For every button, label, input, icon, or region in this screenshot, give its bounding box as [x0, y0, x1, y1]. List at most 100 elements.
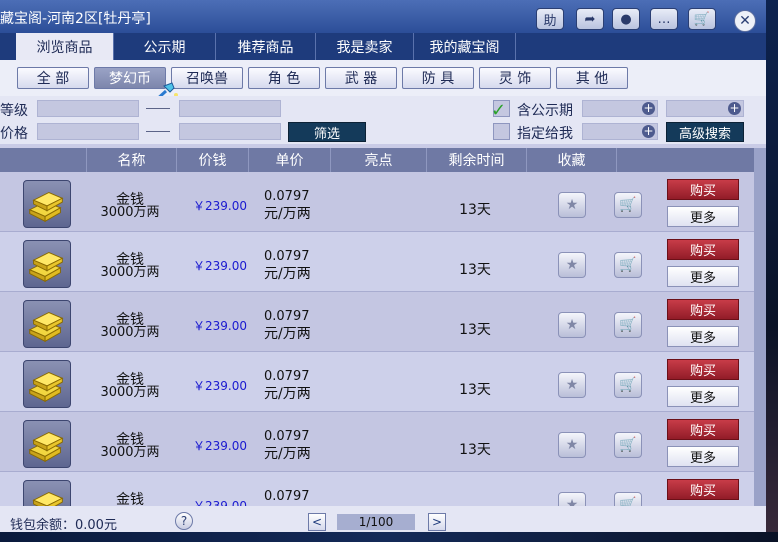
category-role[interactable]: 角 色	[248, 67, 320, 89]
add-to-cart-button[interactable]: 🛒	[614, 192, 642, 218]
table-row[interactable]: 金钱 3000万两 ￥239.00 0.0797 元/万两 13天 ★ 🛒 购买 更多	[0, 412, 766, 472]
buy-button[interactable]: 购买	[667, 359, 739, 380]
table-row[interactable]: 金钱 3000万两 ￥239.00 0.0797 元/万两 13天 ★ 🛒 购买 更多	[0, 232, 766, 292]
star-icon: ★	[565, 377, 579, 393]
gold-ingot-icon[interactable]	[23, 240, 71, 288]
category-all[interactable]: 全 部	[17, 67, 89, 89]
listing-table: 金钱 3000万两 ￥239.00 0.0797 元/万两 13天 ★ 🛒 购买 更多 金钱 3000…	[0, 172, 766, 506]
category-weapon[interactable]: 武 器	[325, 67, 397, 89]
close-button[interactable]: ✕	[734, 10, 756, 32]
gold-ingot-icon[interactable]	[23, 360, 71, 408]
item-price: ￥239.00	[193, 199, 247, 213]
table-row[interactable]: 金钱 ￥239.00 0.0797 ★ 🛒 购买	[0, 472, 766, 506]
gold-ingot-icon[interactable]	[23, 300, 71, 348]
cart-icon: 🛒	[619, 197, 637, 213]
plus-icon: +	[642, 124, 655, 138]
school-select[interactable]: +	[666, 100, 744, 117]
chat-button[interactable]: …	[650, 8, 678, 30]
category-other[interactable]: 其 他	[556, 67, 628, 89]
item-time-left: 13天	[459, 322, 491, 338]
item-unit-price: 0.0797	[264, 189, 310, 204]
cangbaoge-window: 藏宝阁-河南2区[牡丹亭] 助 ➦ ● … 🛒 ✕ 浏览商品 公示期 推荐商品 …	[0, 0, 766, 542]
share-button[interactable]: ➦	[576, 8, 604, 30]
plus-icon: +	[642, 101, 655, 115]
filter-panel: 等级 价格 筛选 含公示期 指定给我 + + + 高级搜索	[0, 96, 766, 144]
tab-browse[interactable]: 浏览商品	[16, 33, 114, 60]
cart-button[interactable]: 🛒	[688, 8, 716, 30]
favorite-button[interactable]: ★	[558, 432, 586, 458]
price-max-input[interactable]	[179, 123, 281, 140]
checkmark-icon: ✓	[491, 100, 507, 121]
price-min-input[interactable]	[37, 123, 139, 140]
add-to-cart-button[interactable]: 🛒	[614, 252, 642, 278]
table-row[interactable]: 金钱 3000万两 ￥239.00 0.0797 元/万两 13天 ★ 🛒 购买 更多	[0, 172, 766, 232]
item-price: ￥239.00	[193, 379, 247, 393]
help-icon[interactable]: ?	[175, 512, 193, 530]
prev-page-button[interactable]: <	[308, 513, 326, 531]
buy-button[interactable]: 购买	[667, 419, 739, 440]
gold-ingot-icon[interactable]	[23, 180, 71, 228]
favorite-button[interactable]: ★	[558, 372, 586, 398]
star-icon: ★	[565, 197, 579, 213]
star-icon: ★	[565, 257, 579, 273]
stop-button[interactable]: ●	[612, 8, 640, 30]
buy-button[interactable]: 购买	[667, 479, 739, 500]
item-amount: 3000万两	[100, 385, 160, 400]
tab-seller[interactable]: 我是卖家	[316, 33, 414, 60]
server-select[interactable]: +	[582, 100, 658, 117]
scrollbar[interactable]	[754, 148, 766, 506]
buy-button[interactable]: 购买	[667, 179, 739, 200]
favorite-button[interactable]: ★	[558, 312, 586, 338]
favorite-button[interactable]: ★	[558, 252, 586, 278]
price-label: 价格	[0, 126, 28, 142]
more-button[interactable]: 更多	[667, 266, 739, 287]
more-button[interactable]: 更多	[667, 206, 739, 227]
price-dash	[146, 131, 170, 132]
item-unit: 元/万两	[264, 266, 311, 282]
add-to-cart-button[interactable]: 🛒	[614, 312, 642, 338]
header-unit-price[interactable]: 单价	[248, 148, 330, 172]
tab-public[interactable]: 公示期	[114, 33, 216, 60]
level-min-input[interactable]	[37, 100, 139, 117]
advanced-search-button[interactable]: 高级搜索	[666, 122, 744, 142]
item-name: 金钱	[116, 492, 144, 506]
more-button[interactable]: 更多	[667, 326, 739, 347]
favorite-button[interactable]: ★	[558, 492, 586, 506]
item-amount: 3000万两	[100, 205, 160, 220]
close-icon: ✕	[739, 13, 751, 29]
assign-checkbox[interactable]	[493, 123, 510, 140]
filter-button[interactable]: 筛选	[288, 122, 366, 142]
extra-select[interactable]: +	[582, 123, 658, 140]
more-button[interactable]: 更多	[667, 386, 739, 407]
category-ornament[interactable]: 灵 饰	[479, 67, 551, 89]
add-to-cart-button[interactable]: 🛒	[614, 432, 642, 458]
plus-icon: +	[728, 101, 741, 115]
table-row[interactable]: 金钱 3000万两 ￥239.00 0.0797 元/万两 13天 ★ 🛒 购买 更多	[0, 352, 766, 412]
tab-my-cangbaoge[interactable]: 我的藏宝阁	[414, 33, 516, 60]
cart-icon: 🛒	[619, 377, 637, 393]
gold-ingot-icon[interactable]	[23, 480, 71, 506]
level-label: 等级	[0, 103, 28, 119]
more-button[interactable]: 更多	[667, 446, 739, 467]
gold-ingot-icon[interactable]	[23, 420, 71, 468]
tab-recommend[interactable]: 推荐商品	[216, 33, 316, 60]
item-price: ￥239.00	[193, 499, 247, 506]
cart-icon: 🛒	[619, 317, 637, 333]
add-to-cart-button[interactable]: 🛒	[614, 492, 642, 506]
game-background	[766, 0, 778, 542]
favorite-button[interactable]: ★	[558, 192, 586, 218]
item-price: ￥239.00	[193, 319, 247, 333]
buy-button[interactable]: 购买	[667, 239, 739, 260]
help-button[interactable]: 助	[536, 8, 564, 30]
buy-button[interactable]: 购买	[667, 299, 739, 320]
level-max-input[interactable]	[179, 100, 281, 117]
header-time[interactable]: 剩余时间	[426, 148, 526, 172]
header-price[interactable]: 价钱	[176, 148, 248, 172]
table-header: 名称 价钱 单价 亮点 剩余时间 收藏	[0, 148, 766, 172]
header-name[interactable]: 名称	[86, 148, 176, 172]
table-row[interactable]: 金钱 3000万两 ￥239.00 0.0797 元/万两 13天 ★ 🛒 购买 更多	[0, 292, 766, 352]
next-page-button[interactable]: >	[428, 513, 446, 531]
category-armor[interactable]: 防 具	[402, 67, 474, 89]
add-to-cart-button[interactable]: 🛒	[614, 372, 642, 398]
title-bar: 藏宝阁-河南2区[牡丹亭] 助 ➦ ● … 🛒 ✕	[0, 0, 766, 33]
